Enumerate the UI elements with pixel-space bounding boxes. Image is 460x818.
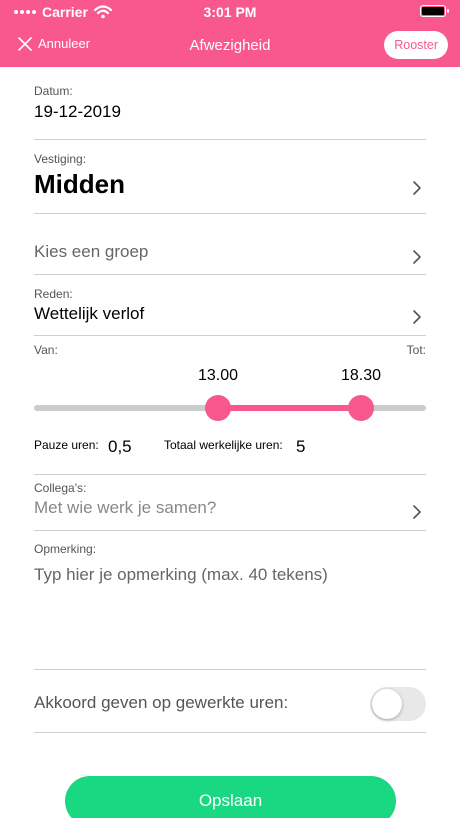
- location-value: Midden: [34, 169, 125, 199]
- divider: [34, 335, 426, 336]
- divider: [34, 669, 426, 670]
- start-time-value: 13.00: [197, 367, 239, 384]
- date-label: Datum:: [34, 84, 73, 98]
- status-bar: Carrier 3:01 PM: [0, 0, 460, 24]
- date-value: 19-12-2019: [34, 102, 121, 121]
- chevron-right-icon: [413, 505, 421, 519]
- location-label: Vestiging:: [34, 152, 87, 166]
- colleagues-label: Collega's:: [34, 481, 87, 495]
- date-field[interactable]: Datum: 19-12-2019: [34, 84, 426, 122]
- divider: [34, 139, 426, 140]
- chevron-right-icon: [413, 181, 421, 195]
- pause-hours-label: Pauze uren:: [34, 438, 99, 452]
- divider: [34, 274, 426, 275]
- total-hours-value: 5: [296, 437, 306, 456]
- to-label: Tot:: [406, 343, 426, 357]
- navigation-bar: Annuleer Afwezigheid Rooster: [0, 28, 460, 62]
- group-selector[interactable]: Kies een groep: [34, 242, 426, 270]
- approve-toggle[interactable]: [370, 687, 426, 721]
- start-time-handle[interactable]: [205, 395, 231, 421]
- remark-placeholder: Typ hier je opmerking (max. 40 tekens): [34, 565, 328, 584]
- colleagues-placeholder: Met wie werk je samen?: [34, 498, 217, 517]
- divider: [34, 530, 426, 531]
- remark-label: Opmerking:: [34, 542, 97, 556]
- pause-hours-value: 0,5: [108, 437, 132, 456]
- end-time-handle[interactable]: [348, 395, 374, 421]
- divider: [34, 213, 426, 214]
- remark-field[interactable]: Opmerking: Typ hier je opmerking (max. 4…: [34, 542, 426, 662]
- clock: 3:01 PM: [203, 4, 257, 20]
- approve-label: Akkoord geven op gewerkte uren:: [34, 693, 289, 712]
- toggle-knob: [372, 689, 402, 719]
- colleagues-field[interactable]: Collega's: Met wie werk je samen?: [34, 481, 426, 523]
- total-hours-label: Totaal werkelijke uren:: [164, 438, 283, 452]
- from-label: Van:: [34, 343, 58, 357]
- divider: [34, 474, 426, 475]
- divider: [34, 732, 426, 733]
- reason-field[interactable]: Reden: Wettelijk verlof: [34, 287, 426, 327]
- reason-value: Wettelijk verlof: [34, 304, 145, 323]
- end-time-value: 18.30: [340, 367, 382, 384]
- chevron-right-icon: [413, 250, 421, 264]
- time-slider-range: [218, 405, 361, 411]
- location-field[interactable]: Vestiging: Midden: [34, 152, 426, 202]
- chevron-right-icon: [413, 310, 421, 324]
- rooster-button[interactable]: Rooster: [384, 31, 448, 59]
- battery-icon: [420, 5, 449, 17]
- save-button[interactable]: Opslaan: [65, 776, 396, 818]
- reason-label: Reden:: [34, 287, 73, 301]
- group-placeholder: Kies een groep: [34, 242, 149, 261]
- top-bar: Carrier 3:01 PM Annuleer Afwezigheid Roo…: [0, 0, 460, 67]
